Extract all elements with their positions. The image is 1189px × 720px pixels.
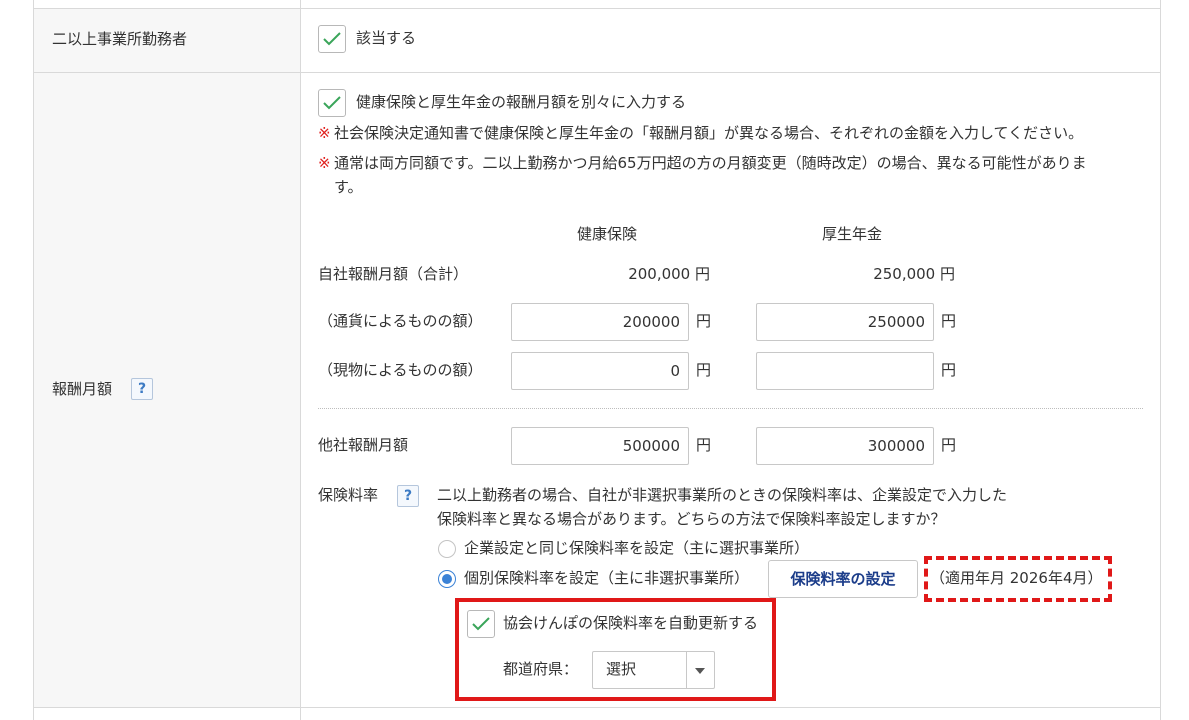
table-row-line-top (33, 8, 1161, 9)
currency-pension-unit: 円 (941, 312, 957, 330)
monthly-remuneration-label: 報酬月額 (52, 380, 113, 398)
prefecture-select[interactable]: 選択 (592, 651, 715, 689)
insurance-rate-label: 保険料率 (318, 486, 379, 504)
remuneration-help-icon[interactable]: ? (131, 378, 153, 400)
note-text-1: 社会保険決定通知書で健康保険と厚生年金の「報酬月額」が異なる場合、それぞれの金額… (334, 124, 1084, 142)
health-insurance-header: 健康保険 (577, 225, 638, 243)
in-kind-pension-unit: 円 (941, 361, 957, 379)
multi-office-checkbox[interactable] (318, 25, 346, 53)
table-left-border (33, 0, 34, 720)
checkmark-icon (323, 96, 341, 110)
other-company-pension-input[interactable]: 300000 (756, 427, 934, 465)
auto-update-checkbox[interactable] (467, 610, 495, 638)
note-text-2-line2: す。 (334, 178, 363, 196)
note-text-2-line1: 通常は両方同額です。二以上勤務かつ月給65万円超の方の月額変更（随時改定）の場合… (334, 154, 1087, 172)
table-row-line-1 (33, 72, 1161, 73)
in-kind-pension-input[interactable] (756, 352, 934, 390)
pension-header: 厚生年金 (822, 225, 883, 243)
note-mark-2: ※ (318, 154, 331, 172)
currency-health-unit: 円 (696, 312, 712, 330)
radio-individual-rate[interactable] (438, 570, 456, 588)
separate-entry-label: 健康保険と厚生年金の報酬月額を別々に入力する (356, 93, 687, 111)
select-divider (686, 652, 687, 688)
radio-company-rate[interactable] (438, 540, 456, 558)
applied-date-text: （適用年月 2026年4月） (930, 569, 1103, 587)
other-company-health-input[interactable]: 500000 (511, 427, 689, 465)
note-mark-1: ※ (318, 124, 331, 142)
table-row-line-2 (33, 707, 1161, 708)
checkmark-icon (472, 617, 490, 631)
radio-company-rate-label: 企業設定と同じ保険料率を設定（主に選択事業所） (464, 539, 810, 557)
in-kind-health-unit: 円 (696, 361, 712, 379)
separate-entry-checkbox[interactable] (318, 89, 346, 117)
other-company-pension-unit: 円 (941, 436, 957, 454)
own-total-pension-value: 250,000 円 (873, 265, 955, 283)
in-kind-amount-label: （現物によるものの額） (318, 361, 483, 379)
in-kind-health-input[interactable]: 0 (511, 352, 689, 390)
radio-individual-rate-label: 個別保険料率を設定（主に非選択事業所） (464, 569, 750, 587)
other-company-label: 他社報酬月額 (318, 436, 409, 454)
chevron-down-icon (695, 668, 705, 674)
prefecture-select-value: 選択 (606, 660, 637, 678)
insurance-rate-desc-line1: 二以上勤務者の場合、自社が非選択事業所のときの保険料率は、企業設定で入力した (437, 486, 1008, 504)
multi-office-worker-label: 二以上事業所勤務者 (52, 30, 188, 48)
table-col-divider (300, 0, 301, 720)
auto-update-label: 協会けんぽの保険料率を自動更新する (503, 614, 759, 632)
own-total-health-value: 200,000 円 (628, 265, 710, 283)
insurance-rate-help-icon[interactable]: ? (397, 485, 419, 507)
table-right-border (1160, 0, 1161, 720)
rate-settings-button[interactable]: 保険料率の設定 (768, 560, 918, 598)
checkmark-icon (323, 32, 341, 46)
currency-amount-label: （通貨によるものの額） (318, 312, 483, 330)
section-divider (318, 408, 1143, 409)
multi-office-checkbox-label: 該当する (356, 29, 417, 47)
insurance-rate-desc-line2: 保険料率と異なる場合があります。どちらの方法で保険料率設定しますか？ (437, 510, 946, 528)
own-total-label: 自社報酬月額（合計） (318, 265, 469, 283)
currency-health-input[interactable]: 200000 (511, 303, 689, 341)
other-company-health-unit: 円 (696, 436, 712, 454)
prefecture-label: 都道府県： (503, 660, 579, 678)
currency-pension-input[interactable]: 250000 (756, 303, 934, 341)
